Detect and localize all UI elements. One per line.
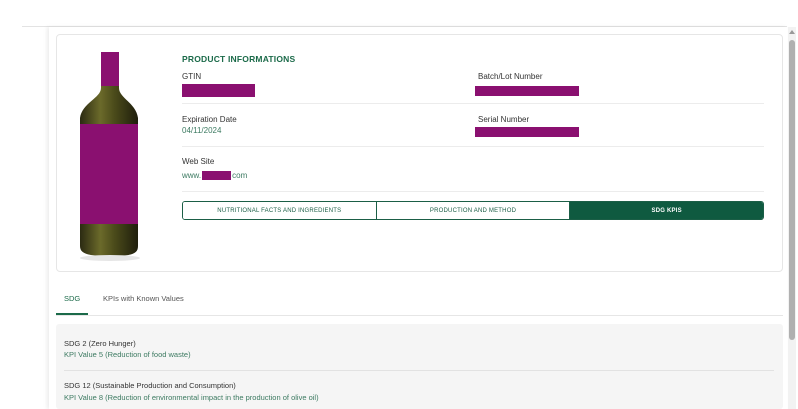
website-redacted — [202, 170, 232, 180]
batch-label: Batch/Lot Number — [478, 72, 543, 81]
active-subtab-indicator — [56, 313, 88, 315]
tab-nutritional-facts[interactable]: NUTRITIONAL FACTS AND INGREDIENTS — [183, 202, 376, 219]
tab-sdg-kpis[interactable]: SDG KPIS — [569, 202, 763, 219]
serial-value-redacted — [475, 127, 579, 137]
row-divider — [182, 191, 764, 192]
row-divider — [182, 146, 764, 147]
olive-oil-bottle-icon — [80, 52, 140, 261]
website-suffix: com — [232, 170, 248, 180]
list-divider — [64, 370, 774, 371]
batch-value-redacted — [475, 86, 579, 96]
subtab-kpis-known-values[interactable]: KPIs with Known Values — [103, 294, 184, 303]
scroll-up-arrow-icon[interactable] — [789, 30, 795, 34]
row-divider — [182, 103, 764, 104]
gtin-value-redacted — [182, 84, 255, 97]
product-heading: PRODUCT INFORMATIONS — [182, 54, 296, 64]
product-tabs: NUTRITIONAL FACTS AND INGREDIENTS PRODUC… — [182, 201, 764, 220]
subtab-sdg[interactable]: SDG — [64, 294, 80, 303]
expiration-value: 04/11/2024 — [182, 126, 222, 135]
sdg-item-title: SDG 12 (Sustainable Production and Consu… — [64, 381, 236, 390]
scrollbar-thumb[interactable] — [789, 40, 795, 340]
website-link[interactable]: www. com — [182, 170, 247, 180]
website-label: Web Site — [182, 157, 215, 166]
tab-production-method[interactable]: PRODUCTION AND METHOD — [375, 202, 570, 219]
website-prefix: www. — [182, 170, 202, 180]
product-card — [56, 34, 783, 272]
sdg-item-value: KPI Value 5 (Reduction of food waste) — [64, 350, 191, 359]
product-image — [74, 48, 146, 263]
sdg-item-title: SDG 2 (Zero Hunger) — [64, 339, 136, 348]
page: PRODUCT INFORMATIONS GTIN Batch/Lot Numb… — [0, 0, 798, 409]
gtin-label: GTIN — [182, 72, 202, 81]
sdg-item-value: KPI Value 8 (Reduction of environmental … — [64, 393, 319, 402]
subtab-divider — [56, 315, 783, 316]
serial-label: Serial Number — [478, 115, 530, 124]
expiration-label: Expiration Date — [182, 115, 237, 124]
